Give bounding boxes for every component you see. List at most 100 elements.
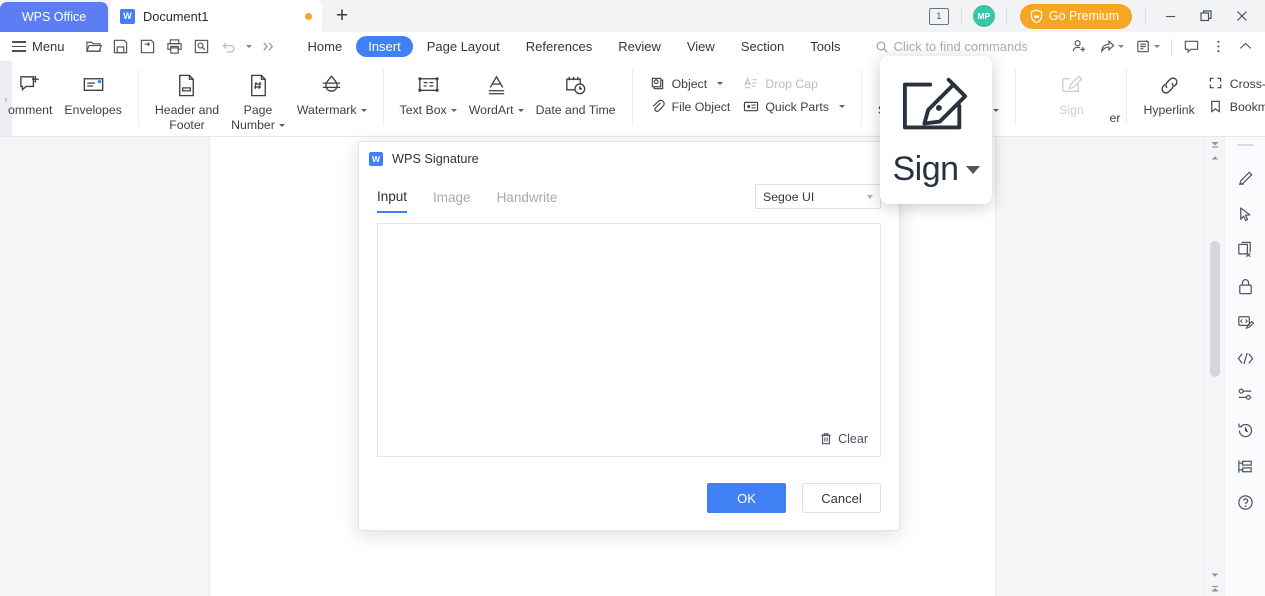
scroll-page-bottom-button[interactable] (1209, 584, 1221, 594)
sidebar-item-help[interactable] (1230, 484, 1260, 520)
drop-cap-button[interactable]: Drop Cap (736, 73, 851, 94)
file-object-button[interactable]: File Object (643, 96, 737, 117)
hyperlink-button[interactable]: Hyperlink (1137, 67, 1200, 118)
envelopes-button[interactable]: Envelopes (58, 67, 127, 118)
insert-comment-button[interactable]: omment (2, 67, 58, 118)
page-number-button[interactable]: Page Number (225, 67, 291, 133)
minimize-button[interactable] (1153, 0, 1187, 32)
tab-section[interactable]: Section (729, 36, 796, 57)
text-box-label-row: Text Box (400, 103, 457, 118)
sidebar-item-delete-pages[interactable] (1230, 232, 1260, 268)
go-premium-button[interactable]: Go Premium (1019, 3, 1132, 29)
chevron-down-icon (245, 45, 252, 48)
comment-icon[interactable] (1178, 35, 1205, 59)
help-icon (1237, 494, 1253, 510)
share-icon[interactable] (1094, 35, 1129, 59)
more-commands-icon[interactable] (256, 35, 282, 59)
sidebar-drag-handle[interactable] (1236, 144, 1254, 146)
sidebar-item-code-brackets[interactable] (1230, 340, 1260, 376)
text-box-button[interactable]: Text Box (394, 67, 463, 118)
undo-dropdown-icon[interactable] (243, 35, 255, 59)
chevron-down-icon[interactable] (360, 109, 367, 112)
sidebar-item-edit-code[interactable] (1230, 304, 1260, 340)
tab-home[interactable]: Home (296, 36, 355, 57)
titlebar-right-controls: 1 MP Go Premium (924, 0, 1265, 32)
search-commands[interactable]: Click to find commands (875, 39, 1028, 54)
object-label: Object (671, 76, 708, 91)
drop-cap-label: Drop Cap (765, 76, 818, 91)
close-button[interactable] (1225, 0, 1259, 32)
clear-button[interactable]: Clear (819, 432, 868, 446)
user-avatar-button[interactable]: MP (969, 1, 999, 31)
signature-canvas[interactable]: Clear (377, 223, 881, 457)
edit-code-icon (1237, 315, 1254, 329)
sign-button[interactable]: Sign (1026, 67, 1116, 118)
app-tab-wps-office[interactable]: WPS Office (0, 2, 108, 32)
share-user-icon[interactable] (1066, 35, 1093, 59)
tab-review[interactable]: Review (606, 36, 673, 57)
tab-input[interactable]: Input (377, 189, 408, 213)
code-brackets-icon (1237, 352, 1253, 364)
chevron-down-icon[interactable] (278, 124, 285, 127)
watermark-button[interactable]: Watermark (291, 67, 373, 118)
tab-view[interactable]: View (675, 36, 727, 57)
sidebar-item-select-cursor[interactable] (1230, 196, 1260, 232)
menu-button[interactable]: Menu (0, 39, 75, 54)
tab-page-layout[interactable]: Page Layout (415, 36, 512, 57)
restore-button[interactable] (1189, 0, 1223, 32)
bookmark-button[interactable]: Bookmark (1201, 96, 1265, 117)
chevron-down-icon[interactable] (450, 109, 457, 112)
text-box-icon (415, 70, 442, 100)
chevron-down-icon[interactable] (717, 82, 724, 85)
ok-button[interactable]: OK (707, 483, 786, 513)
save-as-icon[interactable] (135, 35, 161, 59)
save-icon[interactable] (108, 35, 134, 59)
more-vertical-icon[interactable] (1206, 35, 1231, 59)
undo-icon[interactable] (216, 35, 242, 59)
sign-magnifier-popup[interactable]: Sign (880, 56, 992, 204)
quick-parts-button[interactable]: Quick Parts (736, 96, 851, 117)
open-icon[interactable] (81, 35, 107, 59)
page-count-button[interactable]: 1 (924, 1, 954, 31)
cross-reference-button[interactable]: Cross-reference (1201, 73, 1265, 94)
tab-handwrite[interactable]: Handwrite (497, 190, 558, 212)
object-button[interactable]: Object (643, 73, 737, 94)
links-column: Cross-reference Bookmark (1201, 67, 1265, 117)
backup-icon[interactable] (1130, 35, 1165, 59)
collapse-ribbon-icon[interactable] (1232, 35, 1259, 59)
scroll-down-button[interactable] (1209, 570, 1221, 580)
scroll-up-button[interactable] (1209, 153, 1221, 163)
sidebar-item-sliders[interactable] (1230, 376, 1260, 412)
print-preview-icon[interactable] (189, 35, 215, 59)
sidebar-item-history[interactable] (1230, 412, 1260, 448)
insert-comment-label: omment (8, 103, 53, 117)
chevron-down-icon[interactable] (838, 105, 845, 108)
print-icon[interactable] (162, 35, 188, 59)
divider (631, 69, 633, 125)
comment-add-icon (17, 70, 44, 100)
chevron-down-icon[interactable] (993, 109, 1000, 112)
chevron-down-icon[interactable] (517, 109, 524, 112)
tab-tools[interactable]: Tools (798, 36, 852, 57)
new-tab-button[interactable]: + (322, 0, 362, 32)
sidebar-item-outline[interactable] (1230, 448, 1260, 484)
chevron-down-icon[interactable] (965, 165, 980, 174)
sidebar-item-highlighter[interactable] (1230, 160, 1260, 196)
sidebar-item-lock[interactable] (1230, 268, 1260, 304)
document-tab[interactable]: W Document1 (110, 0, 322, 32)
ribbon-group-sign: Sign er (1020, 61, 1122, 136)
tab-references[interactable]: References (514, 36, 604, 57)
font-select[interactable]: Segoe UI (755, 184, 881, 209)
tab-image[interactable]: Image (433, 190, 471, 212)
vertical-scrollbar[interactable] (1204, 137, 1224, 596)
header-and-footer-button[interactable]: Header and Footer (149, 67, 225, 133)
cancel-button[interactable]: Cancel (802, 483, 881, 513)
tab-insert[interactable]: Insert (356, 36, 413, 57)
dialog-header: W WPS Signature × (359, 142, 899, 176)
tab-view-label: View (686, 39, 715, 54)
tab-section-label: Section (740, 39, 785, 54)
scrollbar-thumb[interactable] (1210, 241, 1220, 377)
date-and-time-button[interactable]: Date and Time (530, 67, 622, 118)
scroll-page-top-button[interactable] (1209, 139, 1221, 149)
wordart-button[interactable]: WordArt (463, 67, 530, 118)
